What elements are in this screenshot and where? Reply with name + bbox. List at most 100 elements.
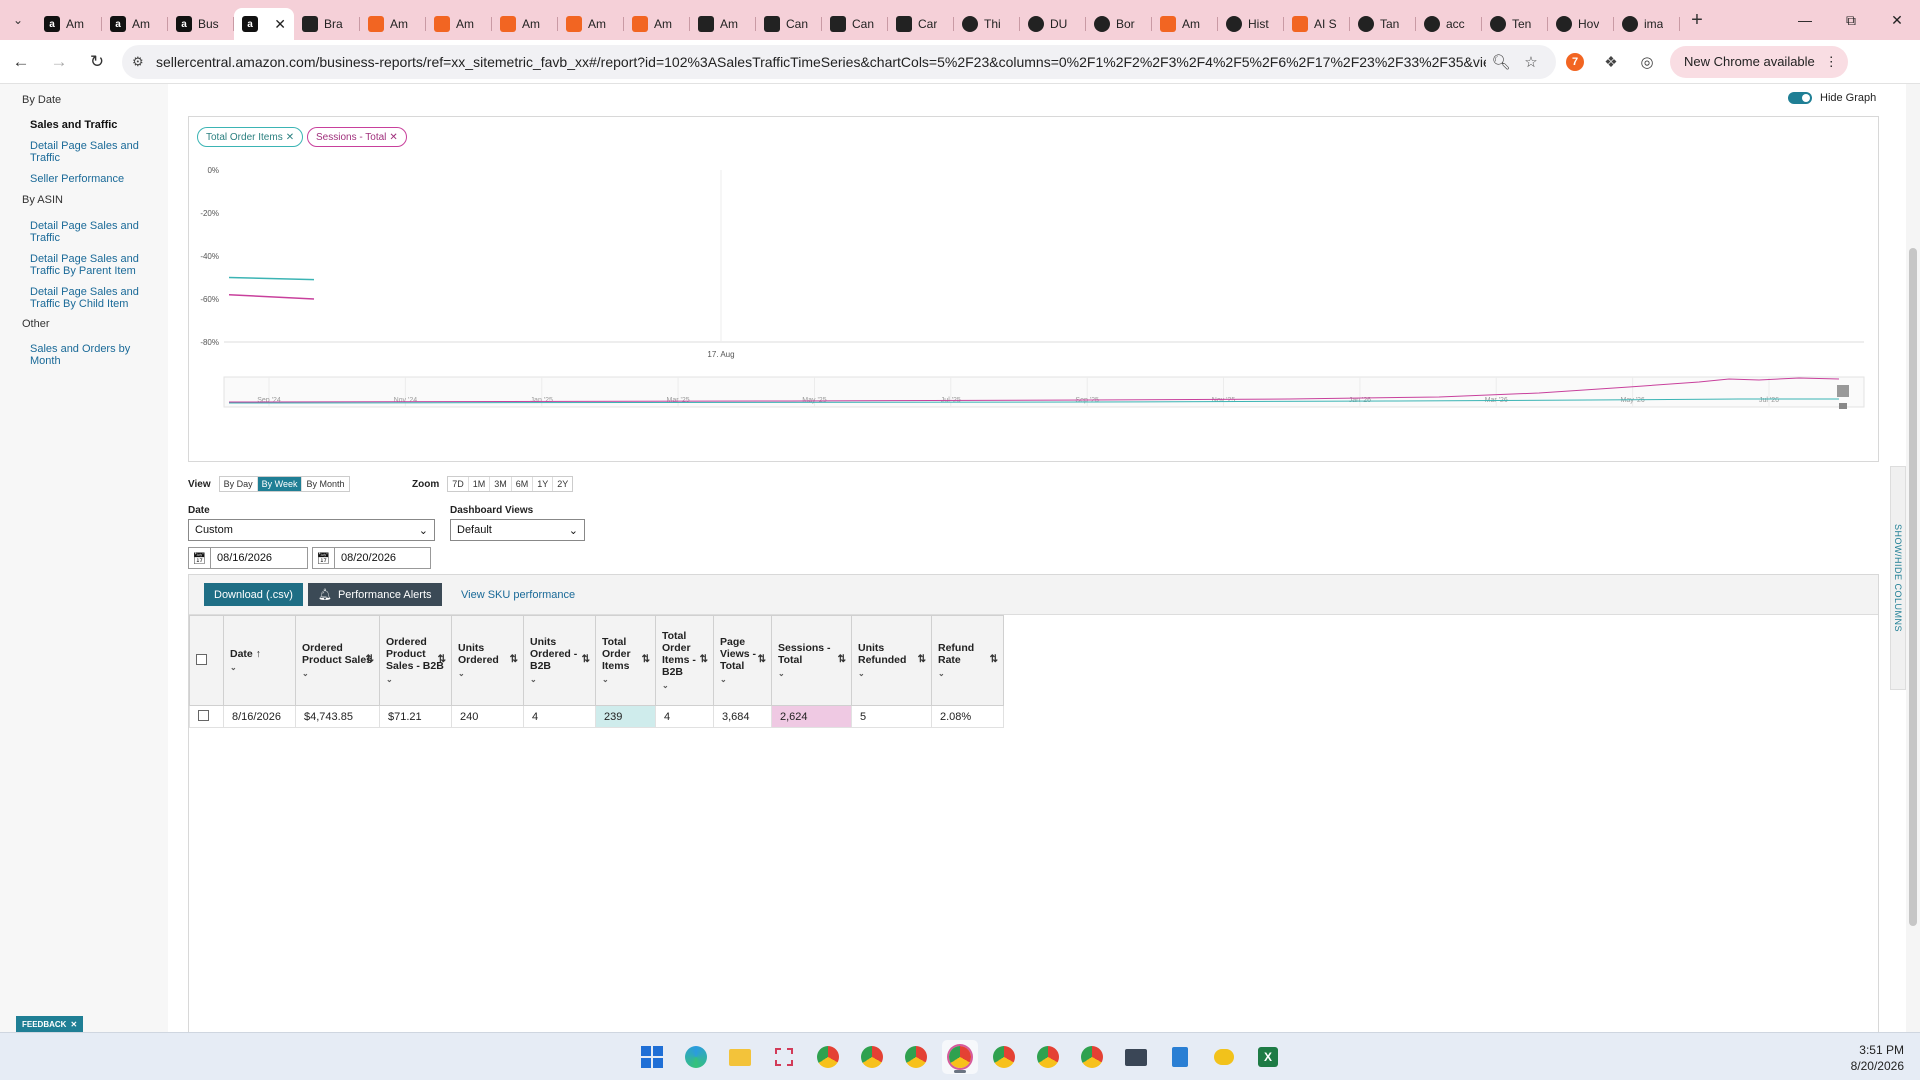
column-header[interactable]: Date ↑ ⌄: [223, 615, 296, 706]
sidebar-item-asin-parent-item[interactable]: Detail Page Sales and Traffic By Parent …: [30, 253, 150, 277]
extension-button[interactable]: 7: [1558, 45, 1592, 79]
back-button[interactable]: ←: [4, 45, 38, 79]
browser-tab[interactable]: Am: [360, 8, 426, 40]
browser-tab[interactable]: acc: [1416, 8, 1482, 40]
column-header[interactable]: Ordered Product Sales ⇅ ⌄: [295, 615, 380, 706]
start-date-field[interactable]: 📅︎ 08/16/2026: [188, 547, 308, 569]
view-option[interactable]: By Week: [257, 477, 303, 491]
sidebar-item-sales-orders-by-month[interactable]: Sales and Orders by Month: [30, 343, 150, 367]
extensions-puzzle-icon[interactable]: ❖: [1594, 45, 1628, 79]
zoom-icon[interactable]: 🔍︎: [1486, 53, 1516, 71]
zoom-option[interactable]: 3M: [490, 477, 512, 491]
new-chrome-available-button[interactable]: New Chrome available ⋮: [1670, 45, 1848, 78]
chevron-down-icon[interactable]: ⌄: [602, 674, 649, 686]
close-window-button[interactable]: ✕: [1874, 0, 1920, 40]
sort-icon[interactable]: ⇅: [990, 654, 998, 666]
browser-tab[interactable]: ima: [1614, 8, 1680, 40]
browser-tab[interactable]: Am: [426, 8, 492, 40]
file-explorer-app[interactable]: [722, 1040, 758, 1074]
browser-tab[interactable]: Hist: [1218, 8, 1284, 40]
sidebar-item-seller-performance[interactable]: Seller Performance: [30, 173, 150, 185]
column-header[interactable]: Page Views - Total ⇅ ⌄: [713, 615, 772, 706]
browser-tab[interactable]: Bor: [1086, 8, 1152, 40]
address-bar[interactable]: ⚙ sellercentral.amazon.com/business-repo…: [122, 44, 1556, 79]
hide-graph-toggle[interactable]: Hide Graph: [1788, 92, 1876, 104]
chevron-down-icon[interactable]: ⌄: [386, 674, 445, 686]
zoom-option[interactable]: 6M: [512, 477, 534, 491]
browser-tab[interactable]: Thi: [954, 8, 1020, 40]
view-option[interactable]: By Month: [302, 477, 348, 491]
chevron-down-icon[interactable]: ⌄: [458, 668, 517, 680]
dashboard-views-select[interactable]: Default ⌄: [450, 519, 585, 541]
start-date-value[interactable]: 08/16/2026: [211, 552, 278, 564]
chevron-down-icon[interactable]: ⌄: [302, 668, 373, 680]
column-header[interactable]: Units Refunded ⇅ ⌄: [851, 615, 932, 706]
browser-tab[interactable]: Can: [822, 8, 888, 40]
sort-icon[interactable]: ⇅: [642, 654, 650, 666]
close-icon[interactable]: ✕: [70, 1020, 77, 1029]
column-header[interactable]: Units Ordered ⇅ ⌄: [451, 615, 524, 706]
date-range-select[interactable]: Custom ⌄: [188, 519, 435, 541]
show-hide-columns-tab[interactable]: SHOW/HIDE COLUMNS: [1890, 466, 1906, 690]
browser-tab[interactable]: a Bus: [168, 8, 234, 40]
browser-tab[interactable]: a Am: [36, 8, 102, 40]
end-date-field[interactable]: 📅︎ 08/20/2026: [312, 547, 431, 569]
column-header[interactable]: Ordered Product Sales - B2B ⇅ ⌄: [379, 615, 452, 706]
row-checkbox[interactable]: [198, 709, 209, 721]
sort-icon[interactable]: ⇅: [366, 654, 374, 666]
browser-tab[interactable]: DU: [1020, 8, 1086, 40]
sidebar-item-asin-detail-page[interactable]: Detail Page Sales and Traffic: [30, 220, 150, 244]
system-clock[interactable]: 3:51 PM 8/20/2026: [1851, 1042, 1904, 1074]
chevron-down-icon[interactable]: ⌄: [858, 668, 925, 680]
browser-tab[interactable]: a Am: [102, 8, 168, 40]
forward-button[interactable]: →: [42, 45, 76, 79]
browser-tab[interactable]: Ten: [1482, 8, 1548, 40]
sort-icon[interactable]: ⇅: [838, 654, 846, 666]
chrome-profile-5[interactable]: [986, 1040, 1022, 1074]
chat-app[interactable]: [1206, 1040, 1242, 1074]
chevron-down-icon[interactable]: ⌄: [662, 680, 707, 692]
sidebar-item-sales-and-traffic[interactable]: Sales and Traffic: [30, 119, 117, 131]
edge-app[interactable]: [678, 1040, 714, 1074]
zoom-option[interactable]: 1M: [469, 477, 491, 491]
excel-app[interactable]: X: [1250, 1040, 1286, 1074]
sort-icon[interactable]: ⇅: [758, 654, 766, 666]
chrome-profile-6[interactable]: [1030, 1040, 1066, 1074]
chrome-profile-2[interactable]: [854, 1040, 890, 1074]
chevron-down-icon[interactable]: ⌄: [938, 668, 997, 680]
sidebar-item-detail-page-sales-traffic[interactable]: Detail Page Sales and Traffic: [30, 140, 150, 164]
column-header[interactable]: Total Order Items ⇅ ⌄: [595, 615, 656, 706]
page-scrollbar[interactable]: [1906, 84, 1920, 1032]
start-button[interactable]: [634, 1040, 670, 1074]
browser-tab[interactable]: Am: [558, 8, 624, 40]
profile-icon[interactable]: ◎: [1630, 45, 1664, 79]
sort-icon[interactable]: ⇅: [438, 654, 446, 666]
url-text[interactable]: sellercentral.amazon.com/business-report…: [156, 54, 1486, 70]
browser-tab[interactable]: Am: [1152, 8, 1218, 40]
notepad-app[interactable]: [1162, 1040, 1198, 1074]
browser-tab[interactable]: AI S: [1284, 8, 1350, 40]
chrome-profile-7[interactable]: [1074, 1040, 1110, 1074]
calendar-icon[interactable]: 📅︎: [313, 548, 335, 568]
browser-tab[interactable]: Car: [888, 8, 954, 40]
close-tab-icon[interactable]: ✕: [274, 16, 286, 33]
chevron-down-icon[interactable]: ⌄: [530, 674, 589, 686]
column-header[interactable]: Units Ordered - B2B ⇅ ⌄: [523, 615, 596, 706]
end-date-value[interactable]: 08/20/2026: [335, 552, 402, 564]
zoom-option[interactable]: 2Y: [553, 477, 572, 491]
terminal-app[interactable]: [1118, 1040, 1154, 1074]
site-info-icon[interactable]: ⚙: [132, 54, 156, 70]
tab-active[interactable]: a ✕: [234, 8, 294, 40]
view-sku-performance-link[interactable]: View SKU performance: [461, 589, 575, 601]
tab-search-button[interactable]: ⌄: [0, 0, 36, 40]
new-tab-button[interactable]: +: [1680, 9, 1714, 32]
calendar-icon[interactable]: 📅︎: [189, 548, 211, 568]
reload-button[interactable]: ↻: [80, 45, 114, 79]
zoom-option[interactable]: 7D: [448, 477, 469, 491]
chrome-profile-active[interactable]: [942, 1040, 978, 1074]
sort-icon[interactable]: ⇅: [582, 654, 590, 666]
view-option[interactable]: By Day: [220, 477, 258, 491]
chevron-down-icon[interactable]: ⌄: [778, 668, 845, 680]
zoom-option[interactable]: 1Y: [533, 477, 554, 491]
sort-icon[interactable]: ⇅: [510, 654, 518, 666]
